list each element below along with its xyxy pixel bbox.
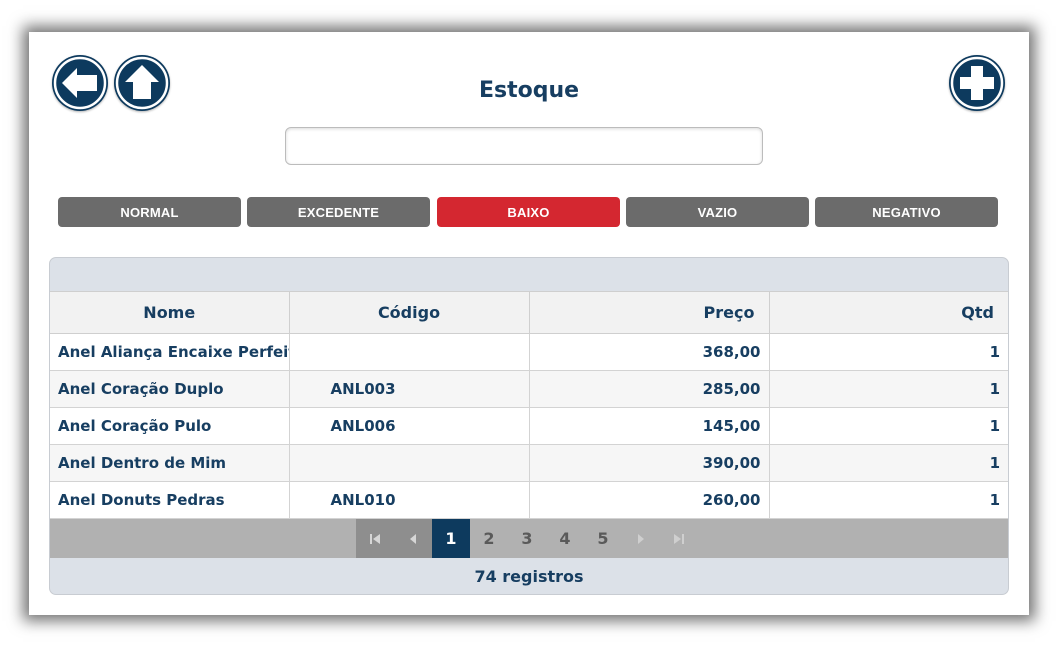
cell-codigo: ANL006: [289, 407, 530, 445]
cell-preco: 285,00: [529, 370, 770, 408]
cell-qtd: 1: [769, 481, 1008, 519]
panel-toolbar: [50, 258, 1008, 291]
filter-negativo[interactable]: NEGATIVO: [815, 197, 998, 227]
next-page-icon: [638, 533, 644, 544]
cell-qtd: 1: [769, 444, 1008, 482]
column-header-qtd[interactable]: Qtd: [769, 291, 1008, 334]
page-1-button[interactable]: 1: [432, 519, 470, 558]
column-header-codigo[interactable]: Código: [289, 291, 530, 334]
first-page-button[interactable]: [356, 519, 394, 558]
filter-vazio[interactable]: VAZIO: [626, 197, 809, 227]
first-page-icon: [370, 533, 380, 544]
filter-excedente[interactable]: EXCEDENTE: [247, 197, 430, 227]
table-row[interactable]: Anel Dentro de Mim 390,00 1: [50, 444, 1008, 482]
add-button[interactable]: [949, 55, 1005, 111]
cell-nome: Anel Dentro de Mim: [50, 444, 290, 482]
page-5-button[interactable]: 5: [584, 519, 622, 558]
cell-codigo: [289, 333, 530, 371]
cell-nome: Anel Aliança Encaixe Perfeito: [50, 333, 290, 371]
cell-codigo: ANL010: [289, 481, 530, 519]
column-header-nome[interactable]: Nome: [50, 291, 290, 334]
cell-qtd: 1: [769, 370, 1008, 408]
filter-bar: NORMAL EXCEDENTE BAIXO VAZIO NEGATIVO: [58, 197, 999, 227]
page-4-button[interactable]: 4: [546, 519, 584, 558]
stock-table-panel: Nome Código Preço Qtd Anel Aliança Encai…: [49, 257, 1009, 595]
table-row[interactable]: Anel Coração Pulo ANL006 145,00 1: [50, 407, 1008, 445]
table-row[interactable]: Anel Aliança Encaixe Perfeito 368,00 1: [50, 333, 1008, 371]
pagination-bar: 1 2 3 4 5: [50, 519, 1008, 558]
table-header-row: Nome Código Preço Qtd: [50, 291, 1008, 334]
cell-qtd: 1: [769, 333, 1008, 371]
cell-qtd: 1: [769, 407, 1008, 445]
cell-nome: Anel Donuts Pedras: [50, 481, 290, 519]
filter-normal[interactable]: NORMAL: [58, 197, 241, 227]
stock-table: Nome Código Preço Qtd Anel Aliança Encai…: [50, 291, 1008, 519]
cell-nome: Anel Coração Pulo: [50, 407, 290, 445]
next-page-button[interactable]: [622, 519, 660, 558]
last-page-icon: [674, 533, 684, 544]
cell-codigo: ANL003: [289, 370, 530, 408]
prev-page-icon: [410, 533, 416, 544]
cell-preco: 368,00: [529, 333, 770, 371]
cell-codigo: [289, 444, 530, 482]
filter-baixo[interactable]: BAIXO: [437, 197, 620, 227]
table-row[interactable]: Anel Coração Duplo ANL003 285,00 1: [50, 370, 1008, 408]
last-page-button[interactable]: [660, 519, 698, 558]
record-count: 74 registros: [474, 566, 584, 586]
cell-preco: 390,00: [529, 444, 770, 482]
column-header-preco[interactable]: Preço: [529, 291, 770, 334]
table-row[interactable]: Anel Donuts Pedras ANL010 260,00 1: [50, 481, 1008, 519]
cell-nome: Anel Coração Duplo: [50, 370, 290, 408]
cell-preco: 145,00: [529, 407, 770, 445]
page-title: Estoque: [478, 78, 580, 103]
page-3-button[interactable]: 3: [508, 519, 546, 558]
plus-icon: [950, 56, 1004, 110]
cell-preco: 260,00: [529, 481, 770, 519]
search-input[interactable]: [285, 127, 763, 165]
app-window: Estoque NORMAL EXCEDENTE BAIXO VAZIO NEG…: [29, 32, 1029, 615]
page-2-button[interactable]: 2: [470, 519, 508, 558]
prev-page-button[interactable]: [394, 519, 432, 558]
